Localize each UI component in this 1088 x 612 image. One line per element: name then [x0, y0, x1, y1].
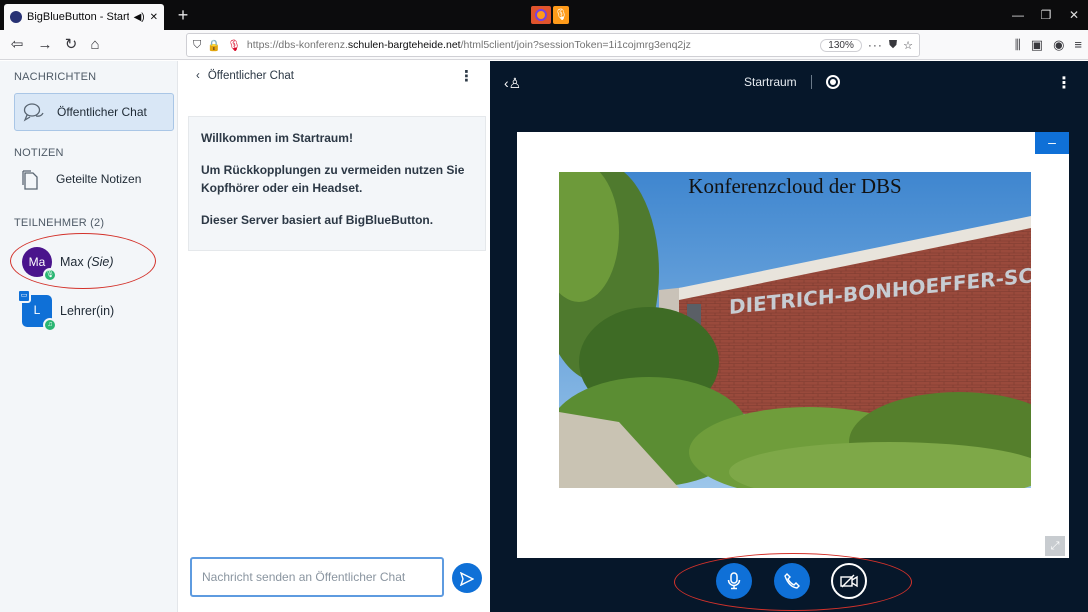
- chat-options-icon[interactable]: ⋮: [459, 67, 474, 85]
- page-actions-icon[interactable]: ···: [868, 38, 883, 52]
- url-text[interactable]: https://dbs-konferenz.schulen-bargteheid…: [247, 39, 814, 51]
- send-message-button[interactable]: [452, 563, 482, 593]
- bbb-favicon-icon: [10, 11, 22, 23]
- document-icon: [20, 169, 42, 190]
- presentation-area: ‹♙ Startraum ⋮ – DIETRICH-BONHOEFFER-SCH…: [490, 61, 1088, 612]
- public-chat-label: Öffentlicher Chat: [57, 105, 147, 119]
- notes-heading: NOTIZEN: [14, 147, 64, 159]
- message-input[interactable]: [190, 557, 444, 597]
- welcome-message: Willkommen im Startraum! Um Rückkopplung…: [188, 116, 486, 251]
- home-icon[interactable]: ⌂: [84, 34, 106, 56]
- school-building-photo: DIETRICH-BONHOEFFER-SCHULE: [559, 172, 1031, 488]
- user-item-lehrer[interactable]: ▭ L ♫ Lehrer(in): [17, 289, 115, 332]
- microphone-sharing-icon: 🎙: [553, 6, 569, 24]
- new-tab-button[interactable]: +: [172, 4, 194, 26]
- toolbar-right: ⫼ ▣ ◉ ≡: [1015, 34, 1082, 56]
- send-icon: [459, 571, 475, 586]
- back-icon[interactable]: ⇦: [6, 34, 28, 56]
- minimize-presentation-button[interactable]: –: [1035, 132, 1069, 154]
- minimize-window-icon[interactable]: —: [1004, 0, 1032, 30]
- zoom-indicator[interactable]: 130%: [820, 38, 862, 52]
- welcome-server: Dieser Server basiert auf BigBlueButton.: [201, 213, 434, 227]
- chat-panel: ‹ Öffentlicher Chat ⋮ Willkommen im Star…: [178, 61, 490, 612]
- options-menu-icon[interactable]: ⋮: [1056, 73, 1072, 93]
- annotation-ellipse: [10, 233, 156, 289]
- avatar: ▭ L ♫: [17, 289, 57, 332]
- chat-title: Öffentlicher Chat: [207, 70, 294, 82]
- window-controls: — ❐ ✕: [1004, 0, 1088, 30]
- shared-notes-label: Geteilte Notizen: [56, 172, 142, 186]
- tab-title: BigBlueButton - Startraum: [27, 11, 129, 23]
- lock-icon[interactable]: 🔒: [207, 39, 221, 52]
- welcome-hint: Um Rückkopplungen zu vermeiden nutzen Si…: [201, 163, 465, 195]
- sharing-indicator[interactable]: 🎙: [531, 6, 569, 24]
- user-name: Lehrer(in): [60, 304, 115, 318]
- room-title-bar: Startraum: [744, 75, 840, 89]
- browser-tab[interactable]: BigBlueButton - Startraum ◀) ✕: [4, 4, 164, 30]
- reload-icon[interactable]: ↻: [60, 34, 82, 56]
- account-icon[interactable]: ◉: [1053, 34, 1064, 56]
- library-icon[interactable]: ⫼: [1015, 34, 1021, 56]
- annotation-ellipse: [674, 553, 912, 611]
- tab-close-icon[interactable]: ✕: [150, 12, 158, 23]
- url-bar[interactable]: ⛉ 🔒 🎙 https://dbs-konferenz.schulen-barg…: [186, 33, 920, 57]
- browser-nav-bar: ⇦ → ↻ ⌂ ⛉ 🔒 🎙 https://dbs-konferenz.schu…: [0, 30, 1088, 60]
- hamburger-menu-icon[interactable]: ≡: [1074, 34, 1082, 56]
- sidebar-toggle-icon[interactable]: ▣: [1031, 34, 1043, 56]
- presentation-slide: – DIETRICH-BONHOEFFER-SCHULE Konferenzcl…: [517, 132, 1069, 558]
- welcome-line: Willkommen im Startraum!: [201, 131, 353, 145]
- shield-icon[interactable]: ⛉: [193, 39, 201, 52]
- mic-permission-icon[interactable]: 🎙: [227, 39, 241, 52]
- firefox-icon: [531, 6, 551, 24]
- sidebar-item-shared-notes[interactable]: Geteilte Notizen: [20, 169, 142, 190]
- presenter-icon: ▭: [17, 289, 31, 303]
- user-list-sidebar: NACHRICHTEN Öffentlicher Chat NOTIZEN Ge…: [0, 61, 178, 612]
- divider: [810, 75, 812, 89]
- slide-title: Konferenzcloud der DBS: [688, 174, 902, 198]
- chat-bubbles-icon: [23, 102, 45, 122]
- forward-icon[interactable]: →: [34, 34, 56, 56]
- chat-header[interactable]: ‹ Öffentlicher Chat: [196, 70, 294, 82]
- messages-heading: NACHRICHTEN: [14, 71, 97, 83]
- chevron-left-icon[interactable]: ‹: [196, 70, 200, 82]
- close-window-icon[interactable]: ✕: [1060, 0, 1088, 30]
- pocket-icon[interactable]: ⛊: [889, 39, 897, 52]
- restore-window-icon[interactable]: ❐: [1032, 0, 1060, 30]
- fullscreen-icon[interactable]: ⤢: [1045, 536, 1065, 556]
- toggle-user-list-icon[interactable]: ‹♙: [504, 75, 521, 92]
- record-icon[interactable]: [825, 75, 840, 89]
- speaker-icon[interactable]: ◀): [134, 12, 145, 23]
- bookmark-star-icon[interactable]: ☆: [903, 39, 913, 52]
- sidebar-item-public-chat[interactable]: Öffentlicher Chat: [14, 93, 174, 131]
- browser-tab-bar: BigBlueButton - Startraum ◀) ✕ + 🎙 — ❐ ✕: [0, 0, 1088, 30]
- participants-heading: TEILNEHMER (2): [14, 217, 105, 229]
- headphones-status-icon: ♫: [43, 318, 57, 332]
- room-name: Startraum: [744, 75, 797, 89]
